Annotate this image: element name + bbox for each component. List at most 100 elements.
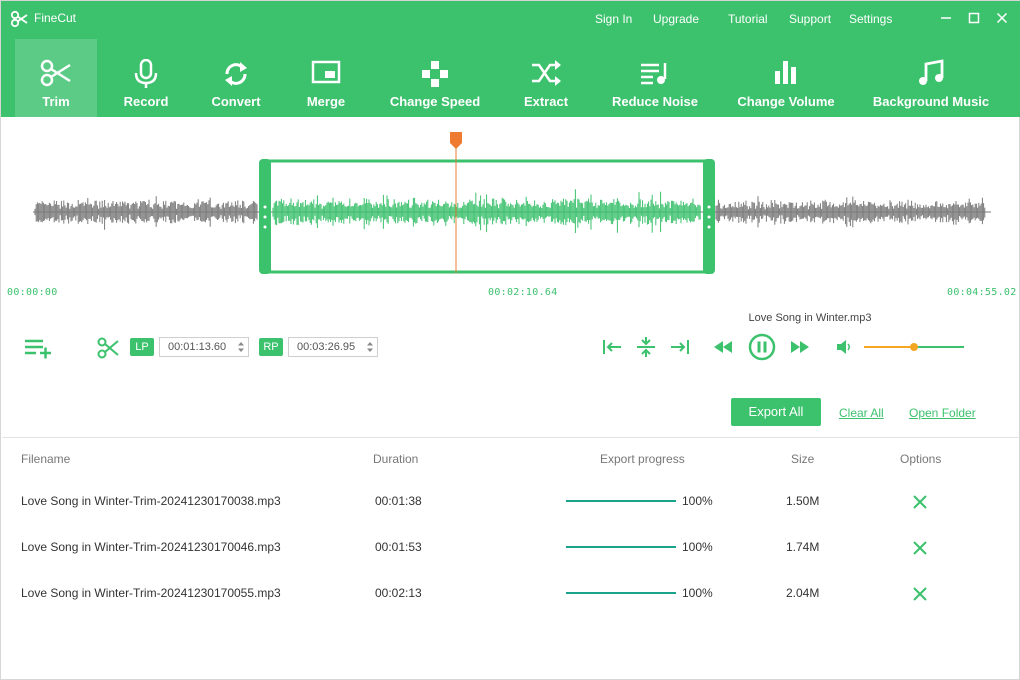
finecut-window: FineCut Sign In Upgrade Tutorial Support… [0,0,1020,680]
table-row[interactable]: Love Song in Winter-Trim-20241230170038.… [2,492,1020,538]
pause-icon[interactable] [748,333,776,361]
playhead-marker[interactable] [450,132,462,149]
settings-link[interactable]: Settings [849,12,892,26]
lp-time-value: 00:01:13.60 [168,341,227,353]
noise-icon [641,63,667,85]
waveform-outside-right [715,196,986,228]
app-header: FineCut Sign In Upgrade Tutorial Support… [1,1,1020,117]
tool-label: Reduce Noise [612,94,698,109]
speaker-icon[interactable] [836,339,852,355]
tool-label: Merge [306,94,346,109]
app-logo-icon [10,10,28,28]
scissors-icon [40,59,71,87]
export-all-button[interactable]: Export All [731,398,821,426]
waveform-path [34,196,258,230]
merge-icon [311,60,341,84]
waveform-editor[interactable]: 00:00:00 00:02:10.64 00:04:55.02 [1,117,1020,307]
row-filename: Love Song in Winter-Trim-20241230170038.… [21,494,281,508]
tool-trim[interactable]: Trim [15,39,97,117]
column-header-size: Size [791,452,815,466]
export-file-table: Filename Duration Export progress Size O… [2,437,1020,680]
row-filename: Love Song in Winter-Trim-20241230170055.… [21,586,281,600]
rp-time-value: 00:03:26.95 [297,341,356,353]
column-header-filename: Filename [21,452,71,466]
tool-merge[interactable]: Merge [285,39,367,117]
open-folder-link[interactable]: Open Folder [909,406,976,420]
lp-time-input[interactable]: 00:01:13.60 [159,337,249,357]
waveform-path [272,189,701,233]
waveform[interactable] [1,117,1020,307]
row-progress-bar [566,500,676,502]
row-progress-text: 100% [682,540,713,554]
jump-to-start-icon[interactable] [602,338,622,356]
handle-grip [263,205,267,209]
rp-badge: RP [259,338,283,356]
handle-grip [263,225,267,229]
handle-grip [707,215,711,219]
shuffle-icon [532,60,561,86]
tool-label: Convert [211,94,261,109]
start-time: 00:00:00 [7,287,58,298]
row-filename: Love Song in Winter-Trim-20241230170046.… [21,540,281,554]
sign-in-link[interactable]: Sign In [595,12,632,26]
row-progress-bar [566,546,676,548]
tool-reduce-noise[interactable]: Reduce Noise [601,39,709,117]
row-progress-text: 100% [682,586,713,600]
tool-convert[interactable]: Convert [195,39,277,117]
spinner-icon[interactable] [237,340,245,354]
fast-forward-icon[interactable] [790,340,810,354]
title-bar: FineCut Sign In Upgrade Tutorial Support… [1,1,1020,37]
rp-time-input[interactable]: 00:03:26.95 [288,337,378,357]
current-time: 00:02:10.64 [488,287,558,298]
row-size: 2.04M [786,586,820,600]
add-list-icon[interactable] [23,337,53,359]
jump-to-end-icon[interactable] [670,338,690,356]
tool-change-speed[interactable]: Change Speed [379,39,491,117]
tool-extract[interactable]: Extract [505,39,587,117]
center-playhead-icon[interactable] [636,336,656,358]
row-duration: 00:02:13 [375,586,422,600]
table-row[interactable]: Love Song in Winter-Trim-20241230170046.… [2,538,1020,584]
tool-toolbar: Trim Record Convert Merge Change Speed E… [1,39,1020,117]
tool-background-music[interactable]: Background Music [863,39,999,117]
waveform-selection [272,189,701,233]
volume-knob[interactable] [910,343,918,351]
volume-fill [864,346,914,348]
microphone-icon [134,59,158,88]
column-header-export-progress: Export progress [600,452,685,466]
convert-icon [225,62,247,86]
row-size: 1.74M [786,540,820,554]
lp-badge: LP [130,338,154,356]
clear-all-link[interactable]: Clear All [839,406,884,420]
minimize-icon[interactable] [937,9,955,27]
tool-label: Trim [42,94,70,109]
tool-label: Record [123,94,169,109]
tool-label: Background Music [872,94,990,109]
track-name: Love Song in Winter.mp3 [748,312,872,324]
cut-scissors-icon[interactable] [97,337,119,359]
maximize-icon[interactable] [965,9,983,27]
handle-grip [263,215,267,219]
row-progress-bar [566,592,676,594]
upgrade-link[interactable]: Upgrade [653,12,699,26]
remove-icon[interactable] [912,494,928,510]
support-link[interactable]: Support [789,12,831,26]
remove-icon[interactable] [912,540,928,556]
tutorial-link[interactable]: Tutorial [728,12,768,26]
volume-bars-icon [775,61,796,84]
row-duration: 00:01:53 [375,540,422,554]
spinner-icon[interactable] [366,340,374,354]
remove-icon[interactable] [912,586,928,602]
end-time: 00:04:55.02 [947,287,1017,298]
close-icon[interactable] [993,9,1011,27]
column-header-duration: Duration [373,452,419,466]
music-note-icon [919,59,944,85]
tool-record[interactable]: Record [105,39,187,117]
tool-label: Change Volume [737,94,835,109]
tool-label: Change Speed [389,94,481,109]
row-size: 1.50M [786,494,820,508]
table-row[interactable]: Love Song in Winter-Trim-20241230170055.… [2,584,1020,630]
rewind-icon[interactable] [713,340,733,354]
tool-change-volume[interactable]: Change Volume [727,39,845,117]
speed-icon [422,61,448,87]
